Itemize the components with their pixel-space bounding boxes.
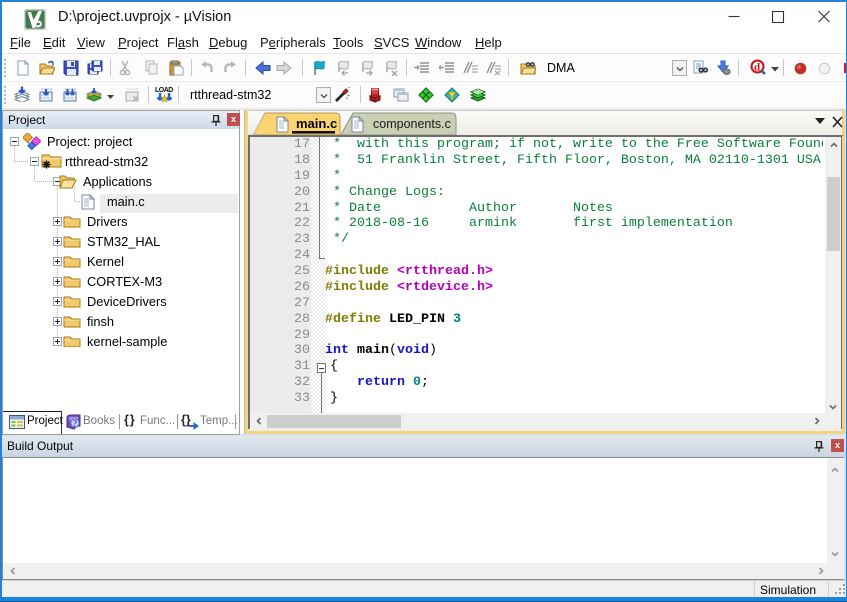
svg-text:?: ? [73,419,78,429]
svg-text:LOAD: LOAD [155,87,173,94]
svg-text:d: d [754,62,760,74]
